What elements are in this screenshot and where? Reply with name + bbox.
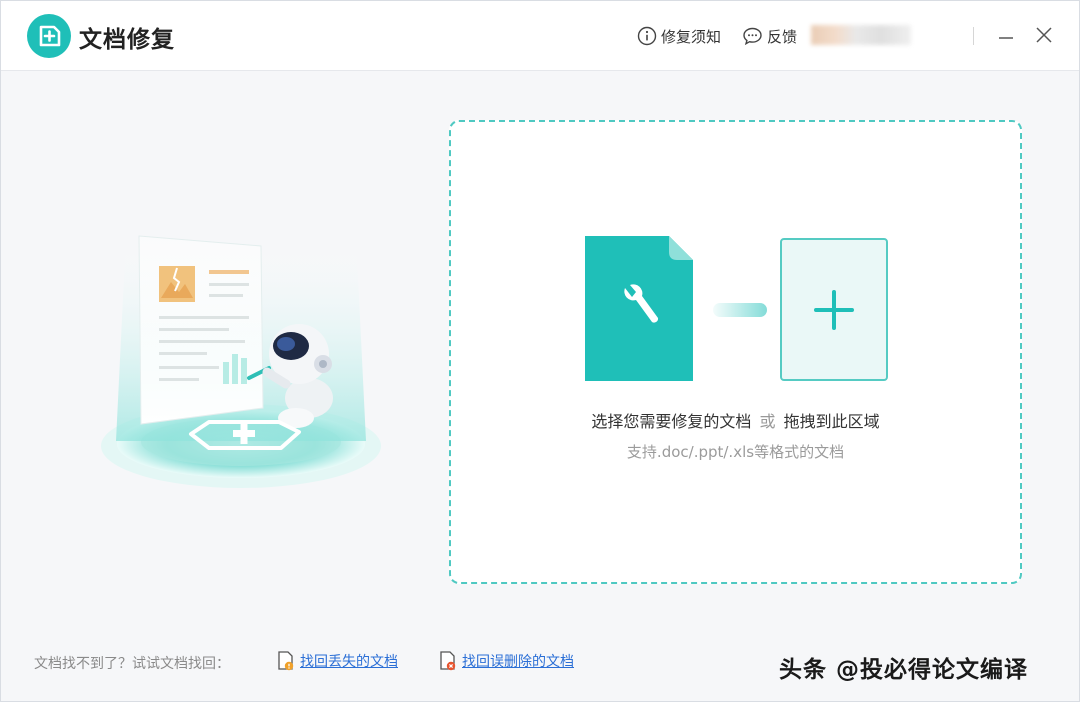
feedback-link[interactable]: 反馈 — [742, 25, 797, 47]
watermark-text: 头条 @投必得论文编译 — [779, 657, 1029, 683]
plus-icon — [814, 290, 854, 330]
drop-select-text: 选择您需要修复的文档 — [591, 412, 752, 431]
user-account-area[interactable] — [811, 25, 911, 45]
deleted-file-icon — [440, 651, 456, 671]
drop-or-text: 或 — [759, 412, 776, 431]
repair-notice-label: 修复须知 — [661, 27, 722, 46]
titlebar-divider — [973, 27, 974, 45]
close-icon — [1036, 27, 1052, 43]
minimize-icon — [999, 37, 1013, 39]
footer-hint: 文档找不到了？试试文档找回： — [34, 656, 230, 672]
drop-instruction: 选择您需要修复的文档 或 拖拽到此区域 — [451, 408, 1020, 432]
connector-bar — [713, 303, 767, 317]
minimize-button[interactable] — [994, 23, 1018, 47]
close-button[interactable] — [1032, 23, 1056, 47]
file-drop-zone[interactable]: 选择您需要修复的文档 或 拖拽到此区域 支持.doc/.ppt/.xls等格式的… — [449, 120, 1022, 584]
wrench-file-icon — [585, 236, 693, 381]
robot-repair-illustration — [91, 186, 391, 496]
supported-formats-text: 支持.doc/.ppt/.xls等格式的文档 — [626, 443, 845, 461]
recover-deleted-link[interactable]: 找回误删除的文档 — [439, 651, 574, 671]
recover-lost-label: 找回丢失的文档 — [300, 654, 398, 670]
title-bar: 文档修复 修复须知 反馈 — [1, 1, 1079, 71]
lost-file-icon — [278, 651, 294, 671]
app-title: 文档修复 — [79, 27, 175, 53]
info-icon — [637, 26, 657, 46]
chat-bubble-icon — [743, 27, 762, 46]
repair-notice-link[interactable]: 修复须知 — [637, 25, 721, 47]
app-logo-icon — [27, 14, 71, 58]
recover-deleted-label: 找回误删除的文档 — [462, 654, 574, 670]
drop-drag-text: 拖拽到此区域 — [783, 412, 880, 431]
recover-lost-link[interactable]: 找回丢失的文档 — [277, 651, 398, 671]
app-window: 文档修复 修复须知 反馈 选择您需要修复的文档 或 拖拽到此区域 支持.doc/… — [0, 0, 1080, 702]
feedback-label: 反馈 — [767, 27, 798, 46]
add-file-box[interactable] — [780, 238, 888, 381]
